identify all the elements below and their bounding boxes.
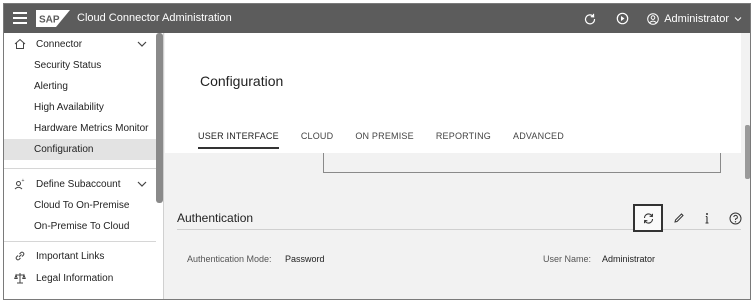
hamburger-menu-icon[interactable] bbox=[13, 12, 27, 24]
divider bbox=[4, 168, 156, 169]
user-name-label: User Name: bbox=[543, 254, 592, 264]
chevron-down-icon bbox=[734, 16, 742, 21]
tab-reporting[interactable]: REPORTING bbox=[436, 131, 491, 149]
main-content: Configuration USER INTERFACE CLOUD ON PR… bbox=[165, 33, 750, 299]
tab-bar: USER INTERFACE CLOUD ON PREMISE REPORTIN… bbox=[198, 131, 586, 149]
subaccount-icon: + bbox=[13, 177, 27, 191]
auth-mode-label: Authentication Mode: bbox=[187, 254, 272, 264]
app-title: Cloud Connector Administration bbox=[77, 12, 232, 24]
sidebar-item-security-status[interactable]: Security Status bbox=[4, 55, 156, 76]
sidebar-item-high-availability[interactable]: High Availability bbox=[4, 97, 156, 118]
tab-on-premise[interactable]: ON PREMISE bbox=[355, 131, 414, 149]
sidebar-item-legal-information[interactable]: Legal Information bbox=[4, 267, 156, 289]
info-icon bbox=[705, 213, 709, 224]
sidebar-item-on-premise-to-cloud[interactable]: On-Premise To Cloud bbox=[4, 216, 156, 237]
sap-logo-text: SAP bbox=[39, 15, 60, 26]
sidebar-item-hardware-metrics-monitor[interactable]: Hardware Metrics Monitor bbox=[4, 118, 156, 139]
info-button[interactable] bbox=[693, 204, 721, 232]
chevron-down-icon[interactable] bbox=[136, 38, 148, 50]
sidebar-item-important-links[interactable]: Important Links bbox=[4, 245, 156, 267]
chevron-down-icon[interactable] bbox=[136, 178, 148, 190]
auth-mode-value: Password bbox=[285, 254, 325, 264]
link-icon bbox=[13, 249, 27, 263]
user-avatar-icon bbox=[647, 12, 660, 25]
main-scrollbar[interactable] bbox=[745, 125, 750, 179]
svg-text:+: + bbox=[22, 178, 25, 184]
sidebar-item-cloud-to-on-premise[interactable]: Cloud To On-Premise bbox=[4, 195, 156, 216]
nav-group-label: Define Subaccount bbox=[36, 178, 121, 190]
tab-advanced[interactable]: ADVANCED bbox=[513, 131, 564, 149]
nav-group-label: Connector bbox=[36, 38, 83, 50]
user-name: Administrator bbox=[664, 12, 729, 25]
nav-group-connector[interactable]: Connector bbox=[4, 33, 156, 55]
sidebar-item-alerting[interactable]: Alerting bbox=[4, 76, 156, 97]
nav-group-define-subaccount[interactable]: + Define Subaccount bbox=[4, 173, 156, 195]
logout-icon[interactable] bbox=[615, 12, 629, 26]
tab-cloud[interactable]: CLOUD bbox=[301, 131, 334, 149]
sidebar-item-configuration[interactable]: Configuration bbox=[4, 139, 156, 160]
sap-logo[interactable]: SAP bbox=[36, 10, 70, 27]
sidebar-item-label: Important Links bbox=[36, 250, 105, 262]
sidebar: Connector Security Status Alerting High … bbox=[4, 33, 164, 299]
edit-icon bbox=[674, 213, 684, 223]
reload-icon[interactable] bbox=[583, 12, 597, 26]
section-title-authentication: Authentication bbox=[177, 211, 254, 225]
page-title: Configuration bbox=[200, 73, 284, 89]
user-name-value: Administrator bbox=[602, 254, 656, 264]
previous-section-panel bbox=[323, 153, 721, 173]
legal-icon bbox=[13, 271, 27, 285]
refresh-icon bbox=[643, 212, 653, 224]
sidebar-scrollbar[interactable] bbox=[156, 33, 163, 203]
user-menu[interactable]: Administrator bbox=[647, 13, 742, 25]
shell-actions: Administrator bbox=[583, 4, 742, 33]
help-icon bbox=[729, 212, 741, 224]
help-button[interactable] bbox=[721, 204, 749, 232]
shell-bar: SAP Cloud Connector Administration Admin… bbox=[4, 4, 750, 33]
section-actions bbox=[633, 204, 749, 232]
divider bbox=[4, 241, 156, 242]
app-window: SAP Cloud Connector Administration Admin… bbox=[3, 3, 751, 300]
home-icon bbox=[13, 37, 27, 51]
refresh-button[interactable] bbox=[633, 204, 663, 232]
page-header: Configuration USER INTERFACE CLOUD ON PR… bbox=[165, 33, 741, 153]
tab-user-interface[interactable]: USER INTERFACE bbox=[198, 131, 279, 149]
edit-button[interactable] bbox=[665, 204, 693, 232]
sidebar-item-label: Legal Information bbox=[36, 272, 114, 284]
